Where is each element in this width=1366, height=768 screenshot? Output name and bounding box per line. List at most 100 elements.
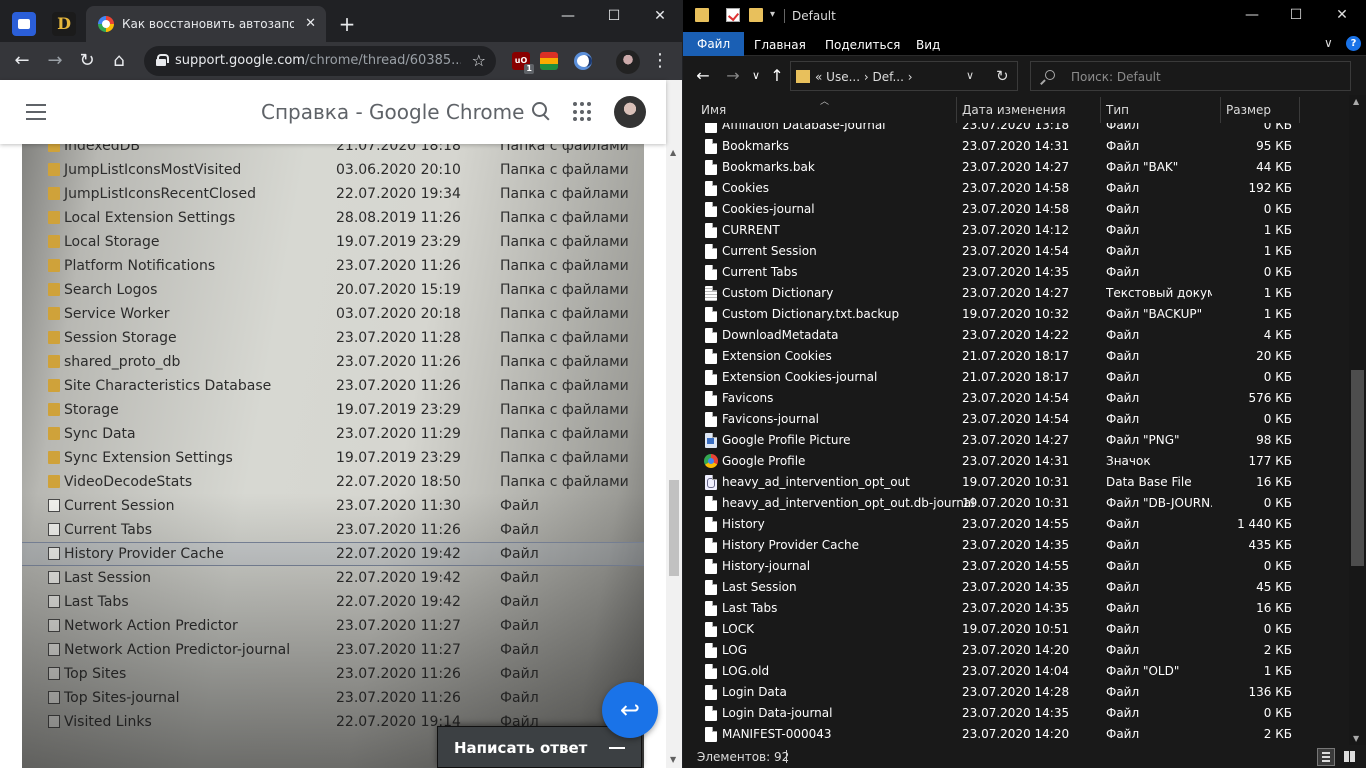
close-tab-icon[interactable]: ✕ [305, 15, 316, 33]
pinned-tab-messages[interactable] [12, 12, 36, 36]
file-row[interactable]: Login Data-journal 23.07.2020 14:35 Файл 0 … [683, 703, 1349, 724]
url-text[interactable]: support.google.com/chrome/thread/60385..… [175, 53, 461, 69]
file-name[interactable]: History-journal [722, 556, 810, 577]
expand-ribbon-icon[interactable]: ∨ [1324, 34, 1333, 52]
file-name[interactable]: heavy_ad_intervention_opt_out.db-journal [722, 493, 975, 514]
file-name[interactable]: Current Session [722, 241, 817, 262]
file-row[interactable]: CURRENT 23.07.2020 14:12 Файл 1 КБ [683, 220, 1349, 241]
file-row[interactable]: Google Profile 23.07.2020 14:31 Значок 177 … [683, 451, 1349, 472]
search-placeholder[interactable]: Поиск: Default [1071, 69, 1161, 85]
bookmark-star-icon[interactable]: ☆ [472, 51, 486, 71]
breadcrumb-separator-icon[interactable]: › [908, 70, 913, 84]
breadcrumb-users[interactable]: Use... [826, 70, 860, 84]
scroll-down-arrow-icon[interactable]: ▼ [670, 755, 676, 764]
file-row[interactable]: History 23.07.2020 14:55 Файл 1 440 КБ [683, 514, 1349, 535]
file-name[interactable]: Current Tabs [722, 262, 797, 283]
file-row[interactable]: Bookmarks.bak 23.07.2020 14:27 Файл "BAK" 4… [683, 157, 1349, 178]
breadcrumb-default[interactable]: Def... [873, 70, 904, 84]
file-name[interactable]: History [722, 514, 765, 535]
forward-button[interactable]: → [723, 66, 743, 86]
breadcrumb-separator-icon[interactable]: › [864, 70, 869, 84]
file-name[interactable]: Cookies [722, 178, 769, 199]
file-row[interactable]: MANIFEST-000043 23.07.2020 14:20 Файл 2 КБ [683, 724, 1349, 745]
file-name[interactable]: Bookmarks [722, 136, 789, 157]
file-name[interactable]: Last Tabs [722, 598, 777, 619]
file-name[interactable]: Extension Cookies-journal [722, 367, 877, 388]
file-name[interactable]: LOG.old [722, 661, 769, 682]
back-button[interactable]: ← [693, 66, 713, 86]
close-window-button[interactable]: ✕ [640, 4, 680, 28]
file-row[interactable]: Extension Cookies-journal 21.07.2020 18:1… [683, 367, 1349, 388]
file-row[interactable]: heavy_ad_intervention_opt_out.db-journal… [683, 493, 1349, 514]
pinned-tab-d[interactable]: D [52, 12, 76, 36]
file-row[interactable]: Affiliation Database-journal 23.07.2020 1… [683, 123, 1349, 136]
vpn-extension-icon[interactable] [574, 52, 592, 70]
active-tab[interactable]: Как восстановить автозаполнение ✕ [86, 6, 326, 42]
file-row[interactable]: Favicons-journal 23.07.2020 14:54 Файл 0 КБ [683, 409, 1349, 430]
file-name[interactable]: heavy_ad_intervention_opt_out [722, 472, 910, 493]
address-dropdown-icon[interactable]: ∨ [966, 69, 974, 82]
minimize-button[interactable]: — [1237, 6, 1267, 24]
large-icons-view-icon[interactable] [1341, 748, 1359, 766]
quick-access-dropdown-icon[interactable]: ▾ [770, 8, 775, 22]
file-row[interactable]: Extension Cookies 21.07.2020 18:17 Файл 20 … [683, 346, 1349, 367]
file-row[interactable]: Cookies 23.07.2020 14:58 Файл 192 КБ [683, 178, 1349, 199]
file-name[interactable]: Favicons-journal [722, 409, 819, 430]
breadcrumb[interactable]: « Use... › Def... › [815, 69, 913, 85]
file-name[interactable]: Last Session [722, 577, 797, 598]
file-name[interactable]: Login Data [722, 682, 787, 703]
address-bar[interactable]: support.google.com/chrome/thread/60385..… [144, 46, 496, 76]
file-name[interactable]: Custom Dictionary [722, 283, 833, 304]
file-row[interactable]: LOG.old 23.07.2020 14:04 Файл "OLD" 1 КБ [683, 661, 1349, 682]
details-view-icon[interactable] [1317, 748, 1335, 766]
file-row[interactable]: Bookmarks 23.07.2020 14:31 Файл 95 КБ [683, 136, 1349, 157]
close-window-button[interactable]: ✕ [1327, 6, 1357, 24]
file-row[interactable]: Google Profile Picture 23.07.2020 14:27 Фа… [683, 430, 1349, 451]
hamburger-menu-icon[interactable] [26, 104, 46, 120]
file-name[interactable]: DownloadMetadata [722, 325, 838, 346]
file-name[interactable]: Cookies-journal [722, 199, 815, 220]
reload-button[interactable]: ↻ [76, 50, 98, 72]
ribbon-tab-file[interactable]: Файл [683, 32, 745, 56]
file-row[interactable]: History Provider Cache 23.07.2020 14:35 Фа… [683, 535, 1349, 556]
apps-grid-icon[interactable] [573, 102, 593, 122]
up-button[interactable]: ↑ [767, 66, 787, 86]
search-icon[interactable] [530, 100, 552, 122]
account-avatar[interactable] [614, 96, 646, 128]
column-name[interactable]: Имя [701, 102, 726, 118]
file-row[interactable]: Cookies-journal 23.07.2020 14:58 Файл 0 КБ [683, 199, 1349, 220]
file-name[interactable]: LOG [722, 640, 747, 661]
file-row[interactable]: History-journal 23.07.2020 14:55 Файл 0 КБ [683, 556, 1349, 577]
ribbon-tab-home[interactable]: Главная [754, 35, 806, 55]
properties-icon[interactable] [726, 8, 740, 22]
file-row[interactable]: Custom Dictionary 23.07.2020 14:27 Текстов… [683, 283, 1349, 304]
file-name[interactable]: Bookmarks.bak [722, 157, 815, 178]
file-list[interactable]: Affiliation Database-journal 23.07.2020 1… [683, 123, 1349, 745]
reply-label[interactable]: Написать ответ [454, 738, 587, 758]
file-name[interactable]: Google Profile [722, 451, 805, 472]
folder-icon[interactable] [695, 8, 709, 22]
search-field[interactable]: Поиск: Default [1030, 61, 1351, 91]
file-row[interactable]: LOCK 19.07.2020 10:51 Файл 0 КБ [683, 619, 1349, 640]
scroll-down-arrow-icon[interactable]: ▼ [1353, 734, 1359, 743]
column-divider[interactable] [1220, 97, 1221, 123]
ribbon-tab-share[interactable]: Поделиться [825, 35, 900, 55]
file-row[interactable]: Custom Dictionary.txt.backup 19.07.2020 1… [683, 304, 1349, 325]
file-name[interactable]: Google Profile Picture [722, 430, 851, 451]
profile-avatar[interactable] [616, 50, 640, 74]
scroll-up-arrow-icon[interactable]: ▲ [670, 148, 676, 157]
file-row[interactable]: Current Session 23.07.2020 14:54 Файл 1 КБ [683, 241, 1349, 262]
maximize-button[interactable]: ☐ [594, 4, 634, 28]
file-list-scrollbar[interactable]: ▲ ▼ [1349, 95, 1366, 745]
lock-icon[interactable] [156, 54, 169, 66]
file-row[interactable]: Last Tabs 23.07.2020 14:35 Файл 16 КБ [683, 598, 1349, 619]
column-divider[interactable] [1299, 97, 1300, 123]
file-name[interactable]: Extension Cookies [722, 346, 832, 367]
breadcrumb-overflow[interactable]: « [815, 70, 822, 84]
minimize-button[interactable]: — [548, 4, 588, 28]
recent-locations-button[interactable]: ∨ [746, 66, 766, 86]
file-row[interactable]: Favicons 23.07.2020 14:54 Файл 576 КБ [683, 388, 1349, 409]
file-name[interactable]: History Provider Cache [722, 535, 859, 556]
page-scrollbar[interactable]: ▲ ▼ [666, 80, 682, 768]
scrollbar-thumb[interactable] [669, 480, 679, 576]
